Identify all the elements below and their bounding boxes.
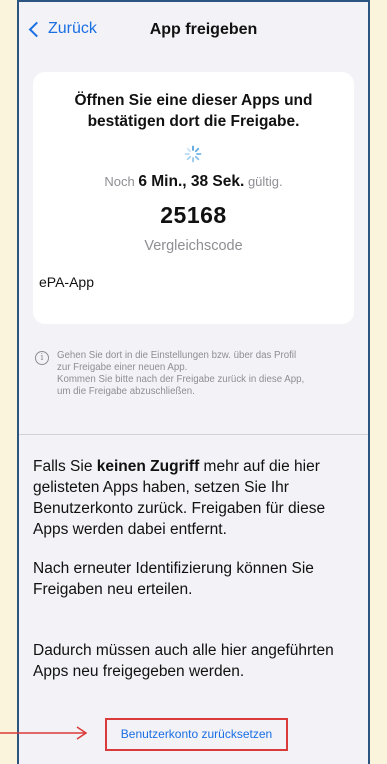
section-divider: [19, 434, 368, 435]
paragraph-line: Apps werden dabei entfernt.: [33, 521, 227, 538]
approval-card: Öffnen Sie eine dieser Apps und bestätig…: [33, 72, 354, 324]
card-heading-line: bestätigen dort die Freigabe.: [87, 113, 300, 130]
phone-screen: Zurück App freigeben Öffnen Sie eine die…: [17, 0, 370, 764]
comparison-code-label: Vergleichscode: [144, 238, 243, 254]
info-line: zur Freigabe einer neuen App.: [57, 362, 188, 373]
page-title: App freigeben: [149, 21, 258, 38]
paragraph-bold: keinen Zugriff: [96, 458, 200, 475]
paragraph-line: Dadurch müssen auch alle hier angeführte…: [33, 642, 334, 659]
timer-suffix: gültig.: [247, 174, 283, 189]
info-text: Gehen Sie dort in die Einstellungen bzw.…: [57, 350, 304, 398]
validity-timer: Noch 6 Min., 38 Sek. gültig.: [33, 173, 354, 191]
info-line: Gehen Sie dort in die Einstellungen bzw.…: [57, 350, 297, 361]
annotation-arrow-icon: [0, 726, 88, 740]
reidentify-paragraph: Nach erneuter Identifizierung können Sie…: [33, 558, 353, 600]
card-heading-line: Öffnen Sie eine dieser Apps und: [74, 92, 313, 109]
timer-prefix: Noch: [104, 174, 135, 189]
info-line: Kommen Sie bitte nach der Freigabe zurüc…: [57, 374, 305, 385]
paragraph-line: gelisteten Apps haben, setzen Sie Ihr: [33, 479, 289, 496]
reset-account-button[interactable]: Benutzerkonto zurücksetzen: [105, 718, 288, 751]
comparison-code: 25168: [160, 202, 227, 228]
info-icon: i: [35, 351, 49, 365]
navigation-bar: Zurück App freigeben: [19, 2, 368, 62]
info-line: um die Freigabe abzuschließen.: [57, 386, 195, 397]
paragraph-lead: Falls Sie: [33, 458, 97, 475]
reapproval-paragraph: Dadurch müssen auch alle hier angeführte…: [33, 640, 353, 682]
paragraph-line: Falls Sie keinen Zugriff mehr auf die hi…: [33, 456, 353, 477]
paragraph-rest: mehr auf die hier: [199, 458, 320, 475]
reset-explanation-paragraph: Falls Sie keinen Zugriff mehr auf die hi…: [33, 456, 353, 540]
paragraph-line: Nach erneuter Identifizierung können Sie: [33, 560, 314, 577]
paragraph-line: Benutzerkonto zurück. Freigaben für dies…: [33, 500, 326, 517]
paragraph-line: Freigaben neu erteilen.: [33, 581, 193, 598]
timer-value: 6 Min., 38 Sek.: [138, 173, 245, 190]
app-list-item: ePA-App: [39, 274, 94, 290]
card-heading: Öffnen Sie eine dieser Apps und bestätig…: [33, 90, 354, 132]
info-hint: i Gehen Sie dort in die Einstellungen bz…: [35, 350, 355, 398]
loading-spinner-icon: [184, 145, 202, 163]
paragraph-line: Apps neu freigegeben werden.: [33, 663, 245, 680]
